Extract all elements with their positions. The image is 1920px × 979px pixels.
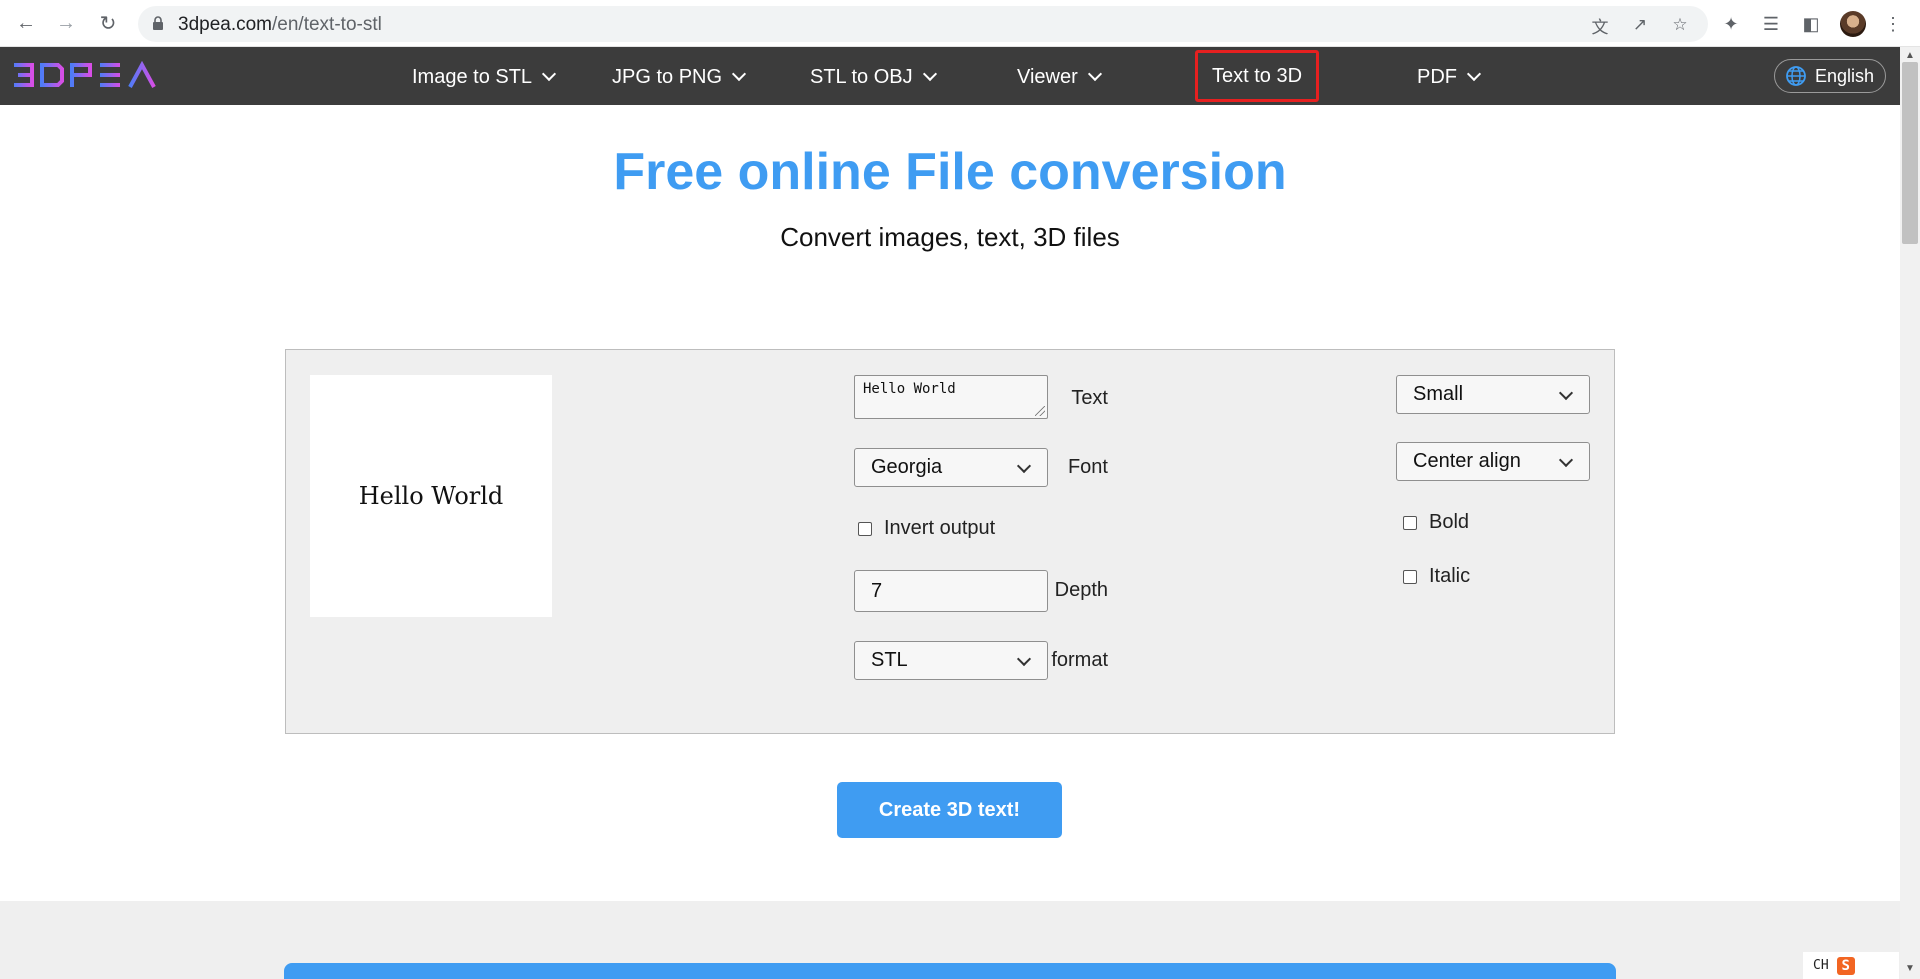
nav-item-label: Viewer xyxy=(1017,65,1078,88)
alignment-select-value: Center align xyxy=(1413,450,1521,472)
nav-jpg-to-png[interactable]: JPG to PNG xyxy=(612,63,747,91)
chevron-down-icon xyxy=(1558,385,1574,400)
footer-blue-bar xyxy=(284,963,1616,979)
bold-checkbox[interactable]: Bold xyxy=(1403,511,1469,534)
nav-item-label: Text to 3D xyxy=(1211,64,1303,87)
checkbox-box[interactable] xyxy=(1403,569,1417,584)
nav-image-to-stl[interactable]: Image to STL xyxy=(412,63,557,91)
nav-item-label: JPG to PNG xyxy=(612,65,723,88)
text-to-3d-form: Hello World Text Hello World Font Georgi… xyxy=(285,349,1615,734)
forward-arrow-icon[interactable]: → xyxy=(54,11,78,35)
size-select-value: Small xyxy=(1413,383,1464,405)
nav-text-to-3d[interactable]: Text to 3D xyxy=(1195,50,1319,102)
share-icon[interactable]: ↗ xyxy=(1630,15,1650,35)
page-subtitle: Convert images, text, 3D files xyxy=(780,222,1120,252)
text-preview: Hello World xyxy=(310,375,552,617)
lock-icon xyxy=(153,16,163,30)
url-text: 3dpea.com/en/text-to-stl xyxy=(178,14,382,36)
nav-pdf[interactable]: PDF xyxy=(1417,63,1482,91)
size-select[interactable]: Small xyxy=(1396,375,1590,414)
chevron-down-icon xyxy=(922,66,937,82)
depth-input[interactable]: 7 xyxy=(854,570,1048,612)
url-path: /en/text-to-stl xyxy=(272,14,382,35)
scroll-up-arrow-icon[interactable]: ▲ xyxy=(1904,50,1916,62)
language-label: English xyxy=(1815,65,1875,86)
nav-item-label: STL to OBJ xyxy=(810,65,913,88)
chevron-down-icon xyxy=(1558,452,1574,467)
text-input[interactable]: Hello World xyxy=(854,375,1048,419)
ime-indicator[interactable]: CH S xyxy=(1803,952,1899,979)
reload-icon[interactable]: ↻ xyxy=(96,11,120,35)
chevron-down-icon xyxy=(1466,66,1482,82)
browser-toolbar: ← → ↻ 3dpea.com/en/text-to-stl 文 ↗ ☆ ✦ ☰… xyxy=(0,0,1920,47)
italic-label: Italic xyxy=(1429,565,1471,587)
media-queue-icon[interactable]: ☰ xyxy=(1760,13,1782,35)
text-input-value: Hello World xyxy=(863,381,956,397)
sogou-ime-icon: S xyxy=(1836,956,1855,975)
side-panel-icon[interactable]: ◧ xyxy=(1800,13,1822,35)
nav-item-label: Image to STL xyxy=(412,65,533,88)
checkbox-box[interactable] xyxy=(1403,515,1417,530)
invert-output-label: Invert output xyxy=(884,517,996,539)
chevron-down-icon xyxy=(1087,66,1102,82)
language-button[interactable]: English xyxy=(1774,59,1886,93)
nav-viewer[interactable]: Viewer xyxy=(1017,63,1102,91)
more-menu-icon[interactable]: ⋮ xyxy=(1882,13,1904,35)
checkbox-box[interactable] xyxy=(858,521,872,536)
nav-stl-to-obj[interactable]: STL to OBJ xyxy=(810,63,937,91)
site-navbar: Image to STL JPG to PNG STL to OBJ Viewe… xyxy=(0,47,1900,105)
save-format-value: STL xyxy=(871,649,908,671)
alignment-select[interactable]: Center align xyxy=(1396,442,1590,481)
url-host: 3dpea.com xyxy=(178,14,273,35)
scroll-down-arrow-icon[interactable]: ▼ xyxy=(1904,963,1916,975)
address-bar[interactable]: 3dpea.com/en/text-to-stl 文 ↗ ☆ xyxy=(138,6,1708,42)
3dpea-logo[interactable] xyxy=(12,61,168,89)
globe-icon xyxy=(1786,66,1806,86)
bookmark-star-icon[interactable]: ☆ xyxy=(1670,15,1690,35)
bold-label: Bold xyxy=(1429,511,1470,533)
profile-avatar[interactable] xyxy=(1840,11,1866,37)
chevron-down-icon xyxy=(1016,458,1032,473)
invert-output-checkbox[interactable]: Invert output xyxy=(858,517,995,540)
save-format-select[interactable]: STL xyxy=(854,641,1048,680)
extensions-puzzle-icon[interactable]: ✦ xyxy=(1720,13,1742,35)
chevron-down-icon xyxy=(1016,651,1032,666)
scrollbar-thumb[interactable] xyxy=(1902,62,1918,244)
create-3d-text-button[interactable]: Create 3D text! xyxy=(837,782,1062,838)
italic-checkbox[interactable]: Italic xyxy=(1403,565,1470,588)
font-select[interactable]: Georgia xyxy=(854,448,1048,487)
chevron-down-icon xyxy=(731,66,747,82)
translate-icon[interactable]: 文 xyxy=(1590,15,1610,37)
back-arrow-icon[interactable]: ← xyxy=(14,11,38,35)
nav-item-label: PDF xyxy=(1417,65,1457,88)
resize-grip-icon[interactable] xyxy=(1035,406,1045,416)
depth-input-value: 7 xyxy=(871,579,883,602)
page-title: Free online File conversion xyxy=(613,143,1287,201)
chevron-down-icon xyxy=(541,66,557,82)
font-select-value: Georgia xyxy=(871,456,943,478)
ime-mode: CH xyxy=(1813,958,1829,973)
